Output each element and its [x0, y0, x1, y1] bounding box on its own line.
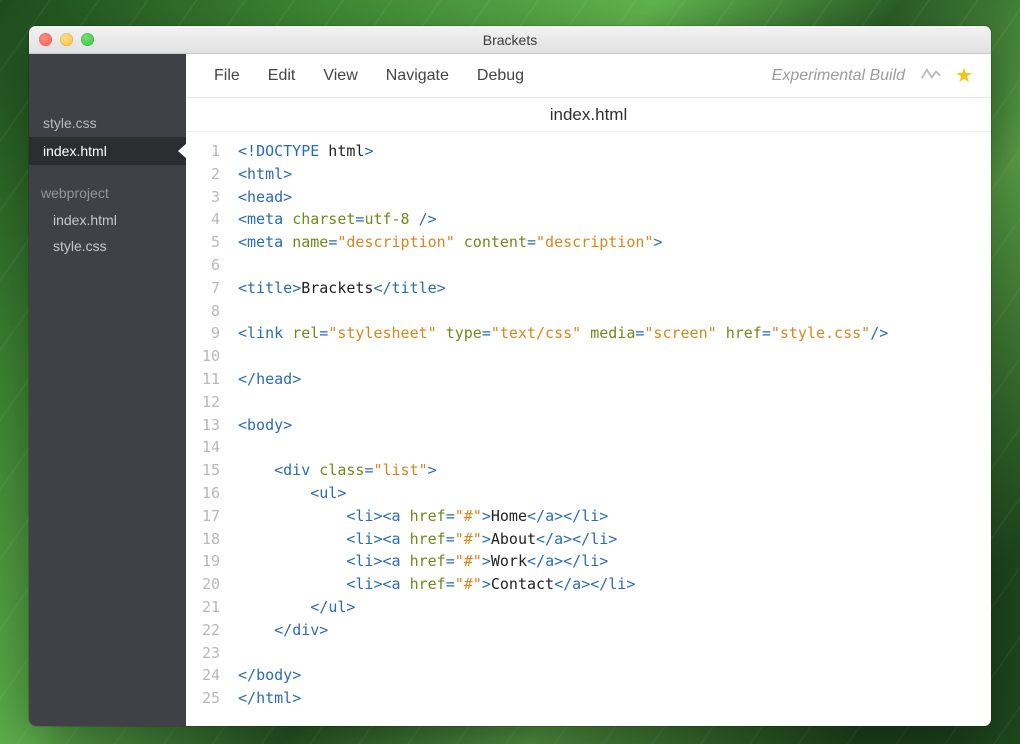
project-name[interactable]: webproject	[29, 165, 186, 207]
code-line[interactable]: <body>	[238, 414, 991, 437]
line-number: 2	[186, 163, 220, 186]
code-line[interactable]	[238, 642, 991, 665]
content-area: style.cssindex.html webproject index.htm…	[29, 54, 991, 726]
code-line[interactable]: </html>	[238, 687, 991, 710]
code-line[interactable]: <li><a href="#">Home</a></li>	[238, 505, 991, 528]
sidebar: style.cssindex.html webproject index.htm…	[29, 54, 186, 726]
minimize-icon[interactable]	[60, 33, 73, 46]
line-number: 12	[186, 391, 220, 414]
star-icon[interactable]: ★	[955, 63, 973, 88]
line-number: 6	[186, 254, 220, 277]
line-number: 1	[186, 140, 220, 163]
line-number: 25	[186, 687, 220, 710]
code-line[interactable]: </ul>	[238, 596, 991, 619]
code-editor[interactable]: 1234567891011121314151617181920212223242…	[186, 132, 991, 726]
line-number: 7	[186, 277, 220, 300]
line-number: 18	[186, 528, 220, 551]
titlebar[interactable]: Brackets	[29, 26, 991, 54]
code-line[interactable]: <ul>	[238, 482, 991, 505]
line-number: 24	[186, 664, 220, 687]
code-line[interactable]: <li><a href="#">Work</a></li>	[238, 550, 991, 573]
code-line[interactable]: <html>	[238, 163, 991, 186]
line-gutter: 1234567891011121314151617181920212223242…	[186, 140, 234, 726]
project-files-list: index.htmlstyle.css	[29, 207, 186, 259]
code-line[interactable]: <title>Brackets</title>	[238, 277, 991, 300]
experimental-build-label: Experimental Build	[772, 67, 905, 85]
window-title: Brackets	[483, 32, 537, 48]
project-file-item[interactable]: index.html	[29, 207, 186, 233]
line-number: 16	[186, 482, 220, 505]
menu-navigate[interactable]: Navigate	[372, 61, 463, 91]
line-number: 5	[186, 231, 220, 254]
line-number: 23	[186, 642, 220, 665]
line-number: 9	[186, 322, 220, 345]
code-line[interactable]: <link rel="stylesheet" type="text/css" m…	[238, 322, 991, 345]
line-number: 22	[186, 619, 220, 642]
code-line[interactable]: <li><a href="#">About</a></li>	[238, 528, 991, 551]
code-line[interactable]	[238, 436, 991, 459]
code-line[interactable]	[238, 345, 991, 368]
menu-edit[interactable]: Edit	[254, 61, 310, 91]
line-number: 11	[186, 368, 220, 391]
live-preview-icon[interactable]	[921, 65, 941, 86]
line-number: 13	[186, 414, 220, 437]
line-number: 14	[186, 436, 220, 459]
menu-view[interactable]: View	[309, 61, 371, 91]
code-line[interactable]: </div>	[238, 619, 991, 642]
project-file-item[interactable]: style.css	[29, 233, 186, 259]
maximize-icon[interactable]	[81, 33, 94, 46]
window-controls	[39, 33, 94, 46]
main-panel: FileEditViewNavigateDebug Experimental B…	[186, 54, 991, 726]
code-line[interactable]: <div class="list">	[238, 459, 991, 482]
code-line[interactable]: <!DOCTYPE html>	[238, 140, 991, 163]
working-file-item[interactable]: index.html	[29, 137, 186, 165]
code-line[interactable]: </body>	[238, 664, 991, 687]
app-window: Brackets style.cssindex.html webproject …	[29, 26, 991, 726]
menus: FileEditViewNavigateDebug	[200, 61, 538, 91]
code-line[interactable]	[238, 391, 991, 414]
code-line[interactable]	[238, 300, 991, 323]
code-line[interactable]: <head>	[238, 186, 991, 209]
code-line[interactable]: <meta charset=utf-8 />	[238, 208, 991, 231]
line-number: 10	[186, 345, 220, 368]
close-icon[interactable]	[39, 33, 52, 46]
code-content[interactable]: <!DOCTYPE html><html><head><meta charset…	[234, 140, 991, 726]
code-line[interactable]: </head>	[238, 368, 991, 391]
line-number: 17	[186, 505, 220, 528]
working-files-list: style.cssindex.html	[29, 109, 186, 165]
line-number: 15	[186, 459, 220, 482]
line-number: 3	[186, 186, 220, 209]
line-number: 20	[186, 573, 220, 596]
line-number: 8	[186, 300, 220, 323]
menu-bar: FileEditViewNavigateDebug Experimental B…	[186, 54, 991, 98]
line-number: 21	[186, 596, 220, 619]
current-file-label: index.html	[186, 98, 991, 132]
code-line[interactable]	[238, 254, 991, 277]
code-line[interactable]: <li><a href="#">Contact</a></li>	[238, 573, 991, 596]
line-number: 19	[186, 550, 220, 573]
working-file-item[interactable]: style.css	[29, 109, 186, 137]
line-number: 4	[186, 208, 220, 231]
menu-file[interactable]: File	[200, 61, 254, 91]
menu-debug[interactable]: Debug	[463, 61, 538, 91]
code-line[interactable]: <meta name="description" content="descri…	[238, 231, 991, 254]
